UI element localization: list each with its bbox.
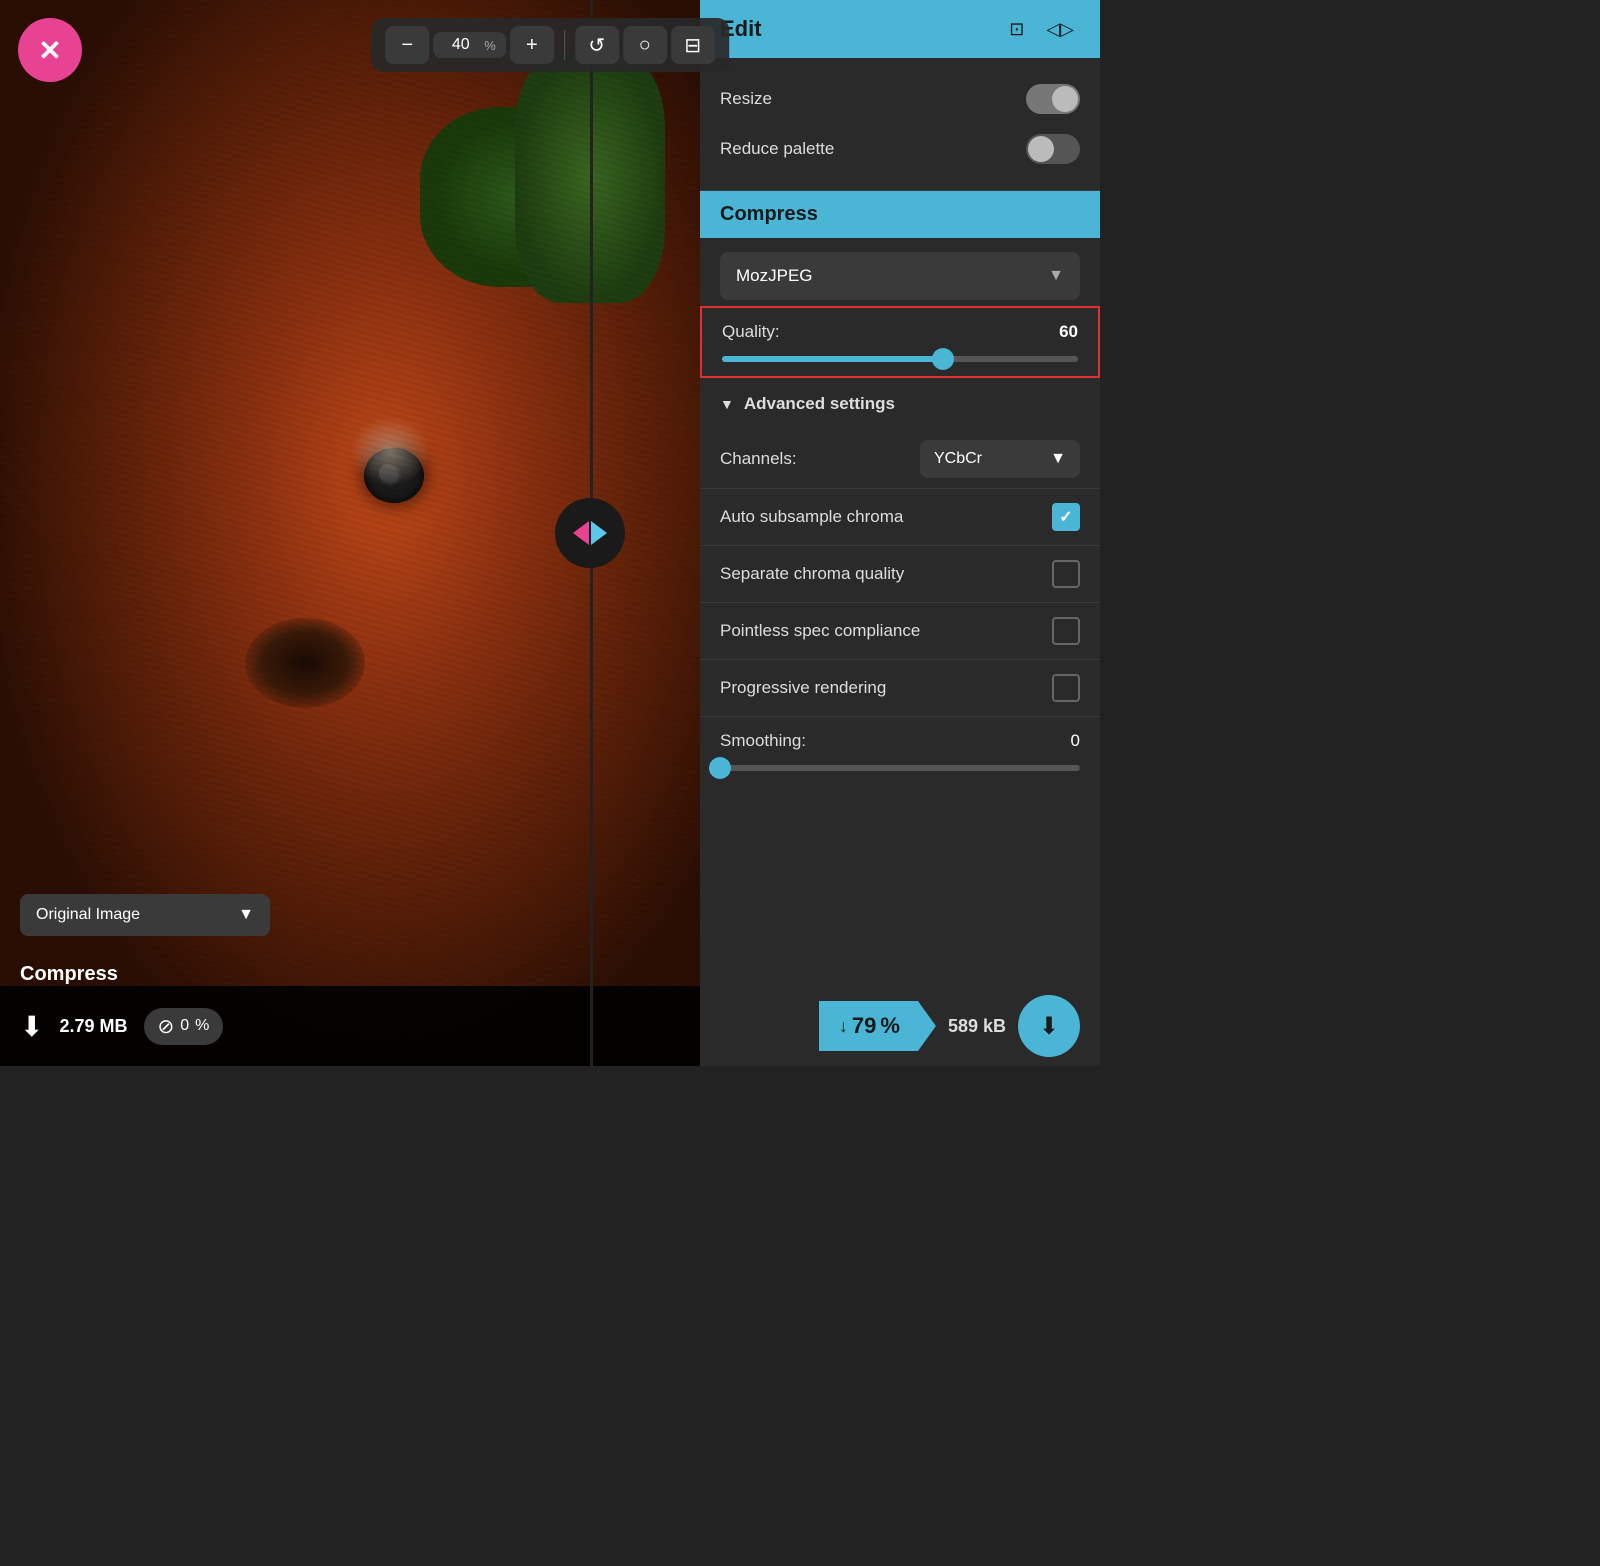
minus-icon: − <box>401 34 413 57</box>
resize-toggle-knob <box>1052 86 1078 112</box>
codec-container: MozJPEG ▼ <box>700 238 1100 306</box>
split-toggle-button[interactable] <box>555 498 625 568</box>
original-image-dropdown[interactable]: Original Image ▼ <box>20 894 270 936</box>
separate-chroma-row: Separate chroma quality <box>700 545 1100 602</box>
reduction-arrow-icon: ↓ <box>839 1016 848 1037</box>
progressive-rendering-label: Progressive rendering <box>720 678 886 698</box>
progressive-rendering-row: Progressive rendering <box>700 659 1100 716</box>
pointless-spec-row: Pointless spec compliance <box>700 602 1100 659</box>
quality-label: Quality: <box>722 322 780 342</box>
quality-slider-thumb[interactable] <box>932 348 954 370</box>
advanced-settings-header[interactable]: ▼ Advanced settings <box>700 378 1100 430</box>
percent-icon: ⊘ <box>158 1014 175 1039</box>
arrow-right-icon <box>591 521 607 545</box>
original-image-label: Original Image <box>36 906 140 924</box>
download-icon: ⬇ <box>1039 1012 1059 1041</box>
advanced-settings-title: Advanced settings <box>744 394 895 414</box>
original-file-size: 2.79 MB <box>59 1016 127 1037</box>
channels-label: Channels: <box>720 449 797 469</box>
compress-title: Compress <box>720 203 818 225</box>
channels-dropdown-arrow: ▼ <box>1050 450 1066 468</box>
advanced-chevron-icon: ▼ <box>720 396 734 412</box>
right-panel: Edit ⊡ ◁▷ Resize Reduce palette Compress <box>700 0 1100 1066</box>
smoothing-value: 0 <box>1071 731 1080 751</box>
codec-value: MozJPEG <box>736 266 813 286</box>
smoothing-slider-thumb[interactable] <box>709 757 731 779</box>
compress-section-header: Compress <box>700 191 1100 238</box>
reduce-palette-toggle[interactable] <box>1026 134 1080 164</box>
reduction-unit: % <box>880 1013 900 1039</box>
arrows-button[interactable]: ◁▷ <box>1040 17 1080 42</box>
compress-label-left: Compress <box>20 963 118 986</box>
pointless-spec-label: Pointless spec compliance <box>720 621 920 641</box>
codec-dropdown-arrow: ▼ <box>1048 267 1064 285</box>
separate-chroma-label: Separate chroma quality <box>720 564 904 584</box>
codec-dropdown[interactable]: MozJPEG ▼ <box>720 252 1080 300</box>
close-icon: ✕ <box>38 34 61 67</box>
reduction-value: 79 <box>852 1013 876 1039</box>
smoothing-row: Smoothing: 0 <box>700 716 1100 785</box>
auto-subsample-row: Auto subsample chroma <box>700 488 1100 545</box>
channels-value: YCbCr <box>934 450 982 468</box>
reduce-palette-row: Reduce palette <box>720 124 1080 174</box>
resize-toggle[interactable] <box>1026 84 1080 114</box>
compressed-size: 589 kB <box>948 1016 1006 1037</box>
edit-header-icons: ⊡ ◁▷ <box>1003 17 1080 42</box>
quality-row: Quality: 60 <box>722 322 1078 342</box>
download-button[interactable]: ⬇ <box>1018 995 1080 1057</box>
layout-icon: ⊟ <box>684 33 701 58</box>
progressive-rendering-checkbox[interactable] <box>1052 674 1080 702</box>
split-arrows <box>573 521 607 545</box>
auto-subsample-checkbox[interactable] <box>1052 503 1080 531</box>
close-button[interactable]: ✕ <box>18 18 82 82</box>
zoom-toolbar: − 40 % + ↺ ○ ⊟ <box>371 18 729 72</box>
reduce-palette-knob <box>1028 136 1054 162</box>
zoom-unit: % <box>484 38 496 53</box>
circle-button[interactable]: ○ <box>623 26 667 64</box>
terminal-icon: ⊡ <box>1009 19 1024 39</box>
separate-chroma-checkbox[interactable] <box>1052 560 1080 588</box>
quality-slider-fill <box>722 356 953 362</box>
percent-badge: ⊘ 0 % <box>144 1008 224 1045</box>
plus-icon: + <box>526 34 538 57</box>
reduction-badge: ↓ 79 % <box>819 1001 936 1051</box>
reduce-palette-label: Reduce palette <box>720 139 834 159</box>
quality-slider[interactable] <box>722 356 1078 362</box>
terminal-button[interactable]: ⊡ <box>1003 17 1030 42</box>
smoothing-label: Smoothing: <box>720 731 806 751</box>
zoom-display: 40 % <box>433 32 506 58</box>
smoothing-header: Smoothing: 0 <box>720 731 1080 751</box>
rotate-button[interactable]: ↺ <box>575 26 619 64</box>
bottom-bar-right: ↓ 79 % 589 kB ⬇ <box>700 986 1100 1066</box>
quality-value: 60 <box>1059 322 1078 342</box>
original-dropdown-arrow: ▼ <box>238 906 254 924</box>
bottom-bar-left: ⬇ 2.79 MB ⊘ 0 % <box>0 986 700 1066</box>
pointless-spec-checkbox[interactable] <box>1052 617 1080 645</box>
zoom-out-button[interactable]: − <box>385 26 429 64</box>
resize-section: Resize Reduce palette <box>700 58 1100 191</box>
resize-label: Resize <box>720 89 772 109</box>
layout-button[interactable]: ⊟ <box>671 26 715 64</box>
percent-value: 0 <box>180 1017 189 1035</box>
toolbar-separator <box>564 30 565 60</box>
channels-dropdown[interactable]: YCbCr ▼ <box>920 440 1080 478</box>
smoothing-slider[interactable] <box>720 765 1080 771</box>
rotate-icon: ↺ <box>588 33 605 58</box>
percent-symbol: % <box>195 1017 209 1035</box>
arrows-icon: ◁▷ <box>1046 19 1074 39</box>
auto-subsample-label: Auto subsample chroma <box>720 507 903 527</box>
channels-row: Channels: YCbCr ▼ <box>700 430 1100 488</box>
arrow-left-icon <box>573 521 589 545</box>
resize-row: Resize <box>720 74 1080 124</box>
download-icon-left[interactable]: ⬇ <box>20 1010 43 1043</box>
edit-header: Edit ⊡ ◁▷ <box>700 0 1100 58</box>
quality-section: Quality: 60 <box>700 306 1100 378</box>
zoom-in-button[interactable]: + <box>510 26 554 64</box>
circle-icon: ○ <box>639 34 651 57</box>
zoom-value: 40 <box>443 36 478 54</box>
